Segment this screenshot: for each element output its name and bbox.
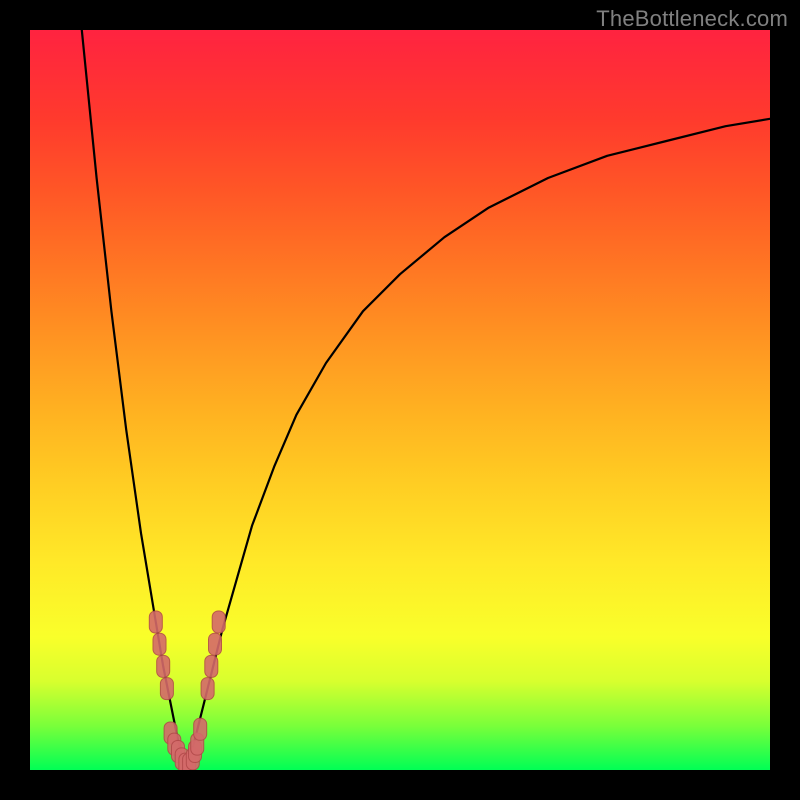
curve-layer [30,30,770,770]
marker-13 [194,718,207,740]
curve-left-branch [82,30,186,770]
marker-15 [205,655,218,677]
marker-16 [209,633,222,655]
marker-0 [149,611,162,633]
marker-2 [157,655,170,677]
chart-frame: TheBottleneck.com [0,0,800,800]
marker-14 [201,678,214,700]
marker-17 [212,611,225,633]
marker-1 [153,633,166,655]
data-markers [149,611,225,770]
marker-3 [160,678,173,700]
plot-area [30,30,770,770]
curve-right-branch [185,119,770,770]
bottleneck-curve [82,30,770,770]
watermark-text: TheBottleneck.com [596,6,788,32]
